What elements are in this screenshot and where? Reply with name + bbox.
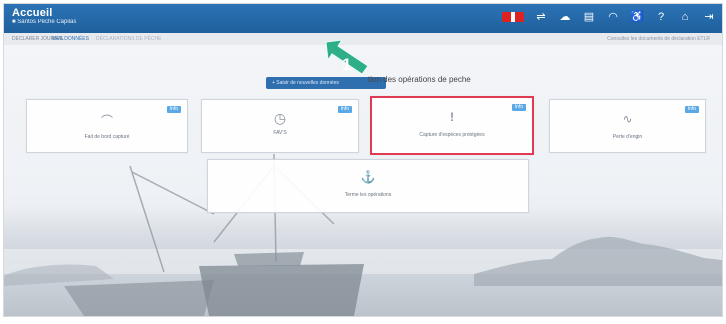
help-icon[interactable]: ?: [654, 10, 668, 24]
anchor-icon: ⚓: [360, 170, 376, 184]
app-subtitle: ■ Santos Pêche Capilas: [12, 19, 77, 25]
flag-icon[interactable]: [502, 12, 524, 22]
exclamation-icon: !: [450, 110, 454, 124]
app-title: Accueil: [12, 7, 53, 19]
wifi-icon[interactable]: ◠: [606, 10, 620, 24]
accessibility-icon[interactable]: ♿: [630, 10, 644, 24]
card-label: FAV'S: [273, 130, 287, 136]
page-title: tion des opérations de peche: [368, 75, 471, 84]
chat-icon[interactable]: ☁: [558, 10, 572, 24]
card-label: Capture d'espèces protégées: [419, 132, 485, 138]
card-label: Fait de bord capturé: [84, 134, 130, 140]
top-navigation-bar: Accueil ■ Santos Pêche Capilas ⇌ ☁ ▤ ◠ ♿…: [4, 4, 722, 33]
breadcrumb-item[interactable]: DÉCLARATIONS DE PÊCHE: [96, 36, 161, 42]
exit-icon[interactable]: ⇥: [702, 10, 716, 24]
clock-icon: ◷: [273, 110, 287, 126]
step-marker: 1: [322, 38, 374, 80]
topbar-icons: ⇌ ☁ ▤ ◠ ♿ ? ⌂ ⇥: [502, 10, 716, 24]
usb-icon[interactable]: ⇌: [534, 10, 548, 24]
document-icon[interactable]: ▤: [582, 10, 596, 24]
home-icon[interactable]: ⌂: [678, 10, 692, 24]
broken-line-icon: ∿: [622, 112, 633, 126]
card-capture[interactable]: Info ⌒ Fait de bord capturé: [26, 99, 188, 153]
step-number: 1: [342, 55, 352, 74]
fish-net-icon: ⌒: [100, 114, 113, 128]
breadcrumb-item[interactable]: MES DONNÉES: [52, 36, 89, 42]
app-brand[interactable]: Accueil ■ Santos Pêche Capilas: [12, 7, 76, 25]
card-label: Perte d'engin: [612, 134, 643, 140]
breadcrumb-info[interactable]: Consultez les documents de déclaration E…: [607, 36, 710, 42]
card-end-operations[interactable]: ⚓ Terme les opérations: [207, 159, 529, 213]
card-protected-species[interactable]: Info ! Capture d'espèces protégées: [370, 96, 534, 155]
card-gear-loss[interactable]: Info ∿ Perte d'engin: [549, 99, 706, 153]
card-favs[interactable]: Info ◷ FAV'S: [201, 99, 359, 153]
app-window: Accueil ■ Santos Pêche Capilas ⇌ ☁ ▤ ◠ ♿…: [4, 4, 722, 316]
card-label: Terme les opérations: [344, 192, 392, 198]
